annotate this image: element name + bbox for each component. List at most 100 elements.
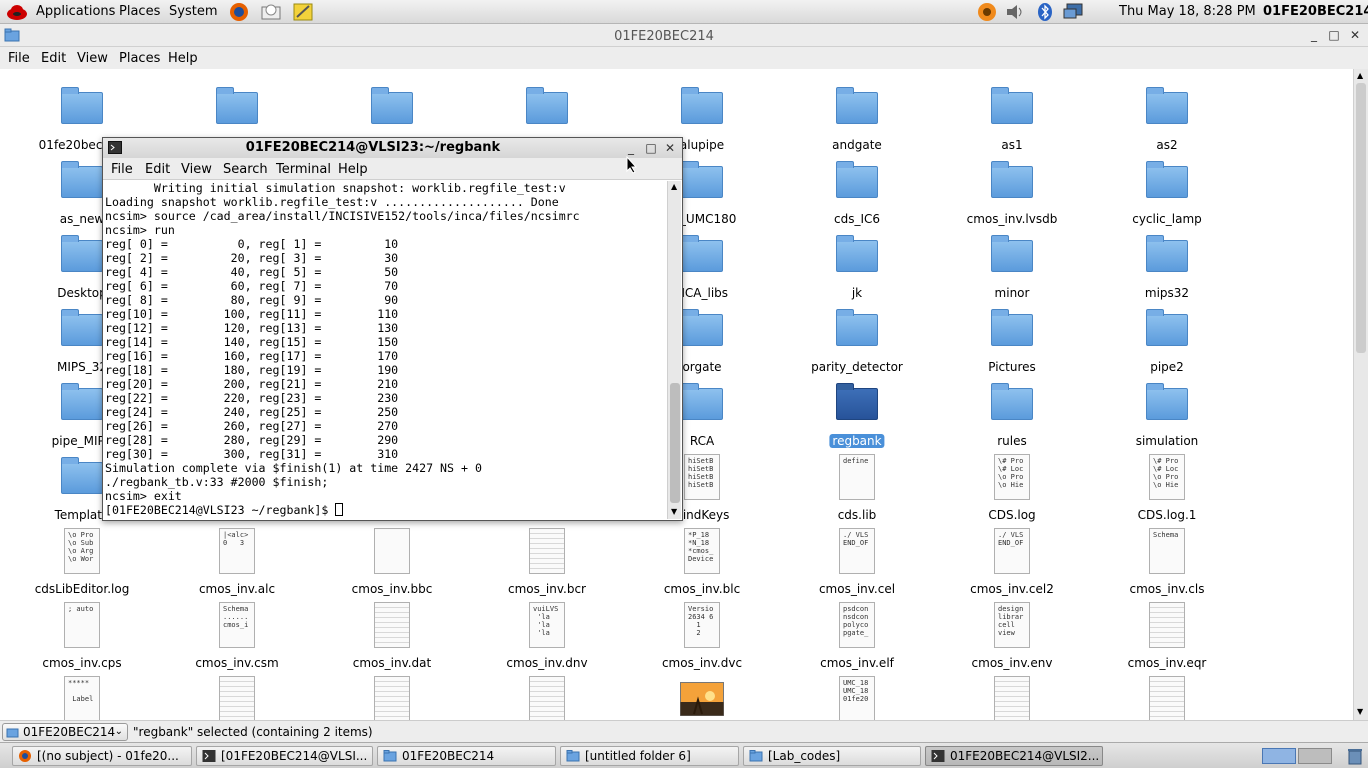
terminal-menu-terminal[interactable]: Terminal bbox=[276, 162, 331, 177]
file-item-cmos-inv-alc[interactable]: |<alc> 0 3 cmos_inv.alc bbox=[162, 524, 312, 596]
file-view-scrollbar[interactable]: ▲ ▼ bbox=[1353, 69, 1368, 720]
file-item-unnamed-68[interactable] bbox=[627, 672, 777, 720]
file-item-cmos-inv-cls[interactable]: Schema cmos_inv.cls bbox=[1092, 524, 1242, 596]
scroll-down-arrow-icon[interactable]: ▼ bbox=[1357, 707, 1363, 716]
menu-view[interactable]: View bbox=[77, 51, 108, 66]
scroll-up-arrow-icon[interactable]: ▲ bbox=[671, 182, 677, 191]
menu-help[interactable]: Help bbox=[168, 51, 198, 66]
scroll-down-arrow-icon[interactable]: ▼ bbox=[671, 507, 677, 516]
scrollbar-thumb[interactable] bbox=[1356, 83, 1366, 353]
folder-shape bbox=[1146, 235, 1188, 272]
terminal-menu-help[interactable]: Help bbox=[338, 162, 368, 177]
close-button[interactable]: ✕ bbox=[1348, 28, 1362, 42]
workspace-2[interactable] bbox=[1298, 748, 1332, 764]
trash-icon[interactable] bbox=[1346, 747, 1364, 765]
file-item-cmos-inv-dnv[interactable]: vuiLVS 'la 'la 'la cmos_inv.dnv bbox=[472, 598, 622, 670]
location-select[interactable]: 01FE20BEC214 ⌄ bbox=[2, 723, 128, 741]
volume-icon[interactable] bbox=[1004, 2, 1026, 22]
menu-system[interactable]: System bbox=[169, 4, 217, 19]
taskbar-button-4[interactable]: [Lab_codes] bbox=[743, 746, 921, 766]
text-editor-icon[interactable] bbox=[292, 2, 314, 22]
redhat-logo-icon[interactable] bbox=[6, 2, 28, 22]
menu-places[interactable]: Places bbox=[119, 51, 160, 66]
terminal-menu-view[interactable]: View bbox=[181, 162, 212, 177]
menu-edit[interactable]: Edit bbox=[41, 51, 66, 66]
folder-item-rules[interactable]: rules bbox=[937, 376, 1087, 448]
folder-item-cyclic-lamp[interactable]: cyclic_lamp bbox=[1092, 154, 1242, 226]
file-preview bbox=[529, 676, 565, 720]
terminal-prompt-line[interactable]: [01FE20BEC214@VLSI23 ~/regbank]$ bbox=[105, 503, 667, 517]
taskbar-button-0[interactable]: [(no subject) - 01fe20... bbox=[12, 746, 192, 766]
bluetooth-icon[interactable] bbox=[1034, 2, 1056, 22]
file-preview bbox=[1149, 602, 1185, 648]
folder-item-jk[interactable]: jk bbox=[782, 228, 932, 300]
status-text: "regbank" selected (containing 2 items) bbox=[133, 725, 373, 739]
file-item-cmos-inv-bcr[interactable]: cmos_inv.bcr bbox=[472, 524, 622, 596]
folder-item-mips32[interactable]: mips32 bbox=[1092, 228, 1242, 300]
file-item-unnamed-65[interactable] bbox=[162, 672, 312, 720]
file-manager-statusbar: 01FE20BEC214 ⌄ "regbank" selected (conta… bbox=[0, 720, 1368, 742]
taskbar-button-5[interactable]: 01FE20BEC214@VLSI2... bbox=[925, 746, 1103, 766]
file-item-cmos-inv-cps[interactable]: ; auto cmos_inv.cps bbox=[7, 598, 157, 670]
folder-item-simulation[interactable]: simulation bbox=[1092, 376, 1242, 448]
scroll-up-arrow-icon[interactable]: ▲ bbox=[1357, 71, 1363, 80]
terminal-minimize-button[interactable]: _ bbox=[624, 141, 638, 155]
file-item-cmos-inv-csm[interactable]: Schema ...... cmos_i cmos_inv.csm bbox=[162, 598, 312, 670]
terminal-scrollbar[interactable]: ▲ ▼ bbox=[667, 181, 681, 519]
terminal-scrollbar-thumb[interactable] bbox=[670, 383, 680, 503]
file-item-cmos-inv-cel2[interactable]: ./ VLS END_OF cmos_inv.cel2 bbox=[937, 524, 1087, 596]
folder-item-andgate[interactable]: andgate bbox=[782, 80, 932, 152]
file-item-cds-log[interactable]: \# Pro \# Loc \o Pro \o Hie CDS.log bbox=[937, 450, 1087, 522]
mail-clock-icon[interactable] bbox=[260, 2, 282, 22]
file-item-cdslibeditor-log[interactable]: \o Pro \o Sub \o Arg \o Wor cdsLibEditor.… bbox=[7, 524, 157, 596]
file-item-unnamed-67[interactable] bbox=[472, 672, 622, 720]
file-item-cmos-inv-cel[interactable]: ./ VLS END_OF cmos_inv.cel bbox=[782, 524, 932, 596]
taskbar-button-3[interactable]: [untitled folder 6] bbox=[560, 746, 739, 766]
terminal-close-button[interactable]: ✕ bbox=[663, 141, 677, 155]
file-item-cmos-inv-elf[interactable]: psdcon nsdcon polyco pgate_ cmos_inv.elf bbox=[782, 598, 932, 670]
folder-item-parity-detector[interactable]: parity_detector bbox=[782, 302, 932, 374]
file-item-unnamed-70[interactable] bbox=[937, 672, 1087, 720]
terminal-menu-edit[interactable]: Edit bbox=[145, 162, 170, 177]
file-item-unnamed-64[interactable]: ***** Label bbox=[7, 672, 157, 720]
terminal-window[interactable]: 01FE20BEC214@VLSI23:~/regbank _ □ ✕ File… bbox=[102, 137, 683, 521]
file-item-cmos-inv-bbc[interactable]: cmos_inv.bbc bbox=[317, 524, 467, 596]
file-item-cmos-inv-dat[interactable]: cmos_inv.dat bbox=[317, 598, 467, 670]
network-icon[interactable] bbox=[1062, 2, 1084, 22]
minimize-button[interactable]: _ bbox=[1307, 28, 1321, 42]
file-item-unnamed-71[interactable] bbox=[1092, 672, 1242, 720]
terminal-titlebar[interactable]: 01FE20BEC214@VLSI23:~/regbank _ □ ✕ bbox=[103, 138, 682, 158]
terminal-maximize-button[interactable]: □ bbox=[644, 141, 658, 155]
firefox-icon[interactable] bbox=[228, 2, 250, 22]
clock[interactable]: Thu May 18, 8:28 PM bbox=[1119, 4, 1256, 19]
workspace-1[interactable] bbox=[1262, 748, 1296, 764]
file-manager-titlebar[interactable]: 01FE20BEC214 _ □ ✕ bbox=[0, 25, 1368, 47]
folder-item-cmos-inv-lvsdb[interactable]: cmos_inv.lvsdb bbox=[937, 154, 1087, 226]
menu-file[interactable]: File bbox=[8, 51, 30, 66]
folder-item-pictures[interactable]: Pictures bbox=[937, 302, 1087, 374]
maximize-button[interactable]: □ bbox=[1327, 28, 1341, 42]
update-notifier-icon[interactable] bbox=[976, 2, 998, 22]
file-item-cmos-inv-eqr[interactable]: cmos_inv.eqr bbox=[1092, 598, 1242, 670]
file-item-cmos-inv-dvc[interactable]: Versio 2634 6 1 2 cmos_inv.dvc bbox=[627, 598, 777, 670]
file-item-cds-lib[interactable]: define cds.lib bbox=[782, 450, 932, 522]
folder-item-cds-ic6[interactable]: cds_IC6 bbox=[782, 154, 932, 226]
folder-item-as2[interactable]: as2 bbox=[1092, 80, 1242, 152]
file-item-unnamed-66[interactable] bbox=[317, 672, 467, 720]
folder-item-minor[interactable]: minor bbox=[937, 228, 1087, 300]
file-item-cds-log-1[interactable]: \# Pro \# Loc \o Pro \o Hie CDS.log.1 bbox=[1092, 450, 1242, 522]
file-item-cmos-inv-blc[interactable]: *P_18 *N_18 *cmos_ Device cmos_inv.blc bbox=[627, 524, 777, 596]
terminal-output[interactable]: Writing initial simulation snapshot: wor… bbox=[105, 181, 667, 519]
menu-places[interactable]: Places bbox=[119, 4, 160, 19]
taskbar-button-2[interactable]: 01FE20BEC214 bbox=[377, 746, 556, 766]
terminal-menu-file[interactable]: File bbox=[111, 162, 133, 177]
terminal-menu-search[interactable]: Search bbox=[223, 162, 268, 177]
file-item-cmos-inv-env[interactable]: design librar cell view cmos_inv.env bbox=[937, 598, 1087, 670]
folder-item-regbank[interactable]: regbank bbox=[782, 376, 932, 448]
taskbar-button-1[interactable]: [01FE20BEC214@VLSI... bbox=[196, 746, 373, 766]
folder-item-pipe2[interactable]: pipe2 bbox=[1092, 302, 1242, 374]
folder-item-as1[interactable]: as1 bbox=[937, 80, 1087, 152]
file-item-unnamed-69[interactable]: UMC_18 UMC_18 01fe20 bbox=[782, 672, 932, 720]
folder-shape bbox=[1146, 87, 1188, 124]
menu-applications[interactable]: Applications bbox=[36, 4, 115, 19]
